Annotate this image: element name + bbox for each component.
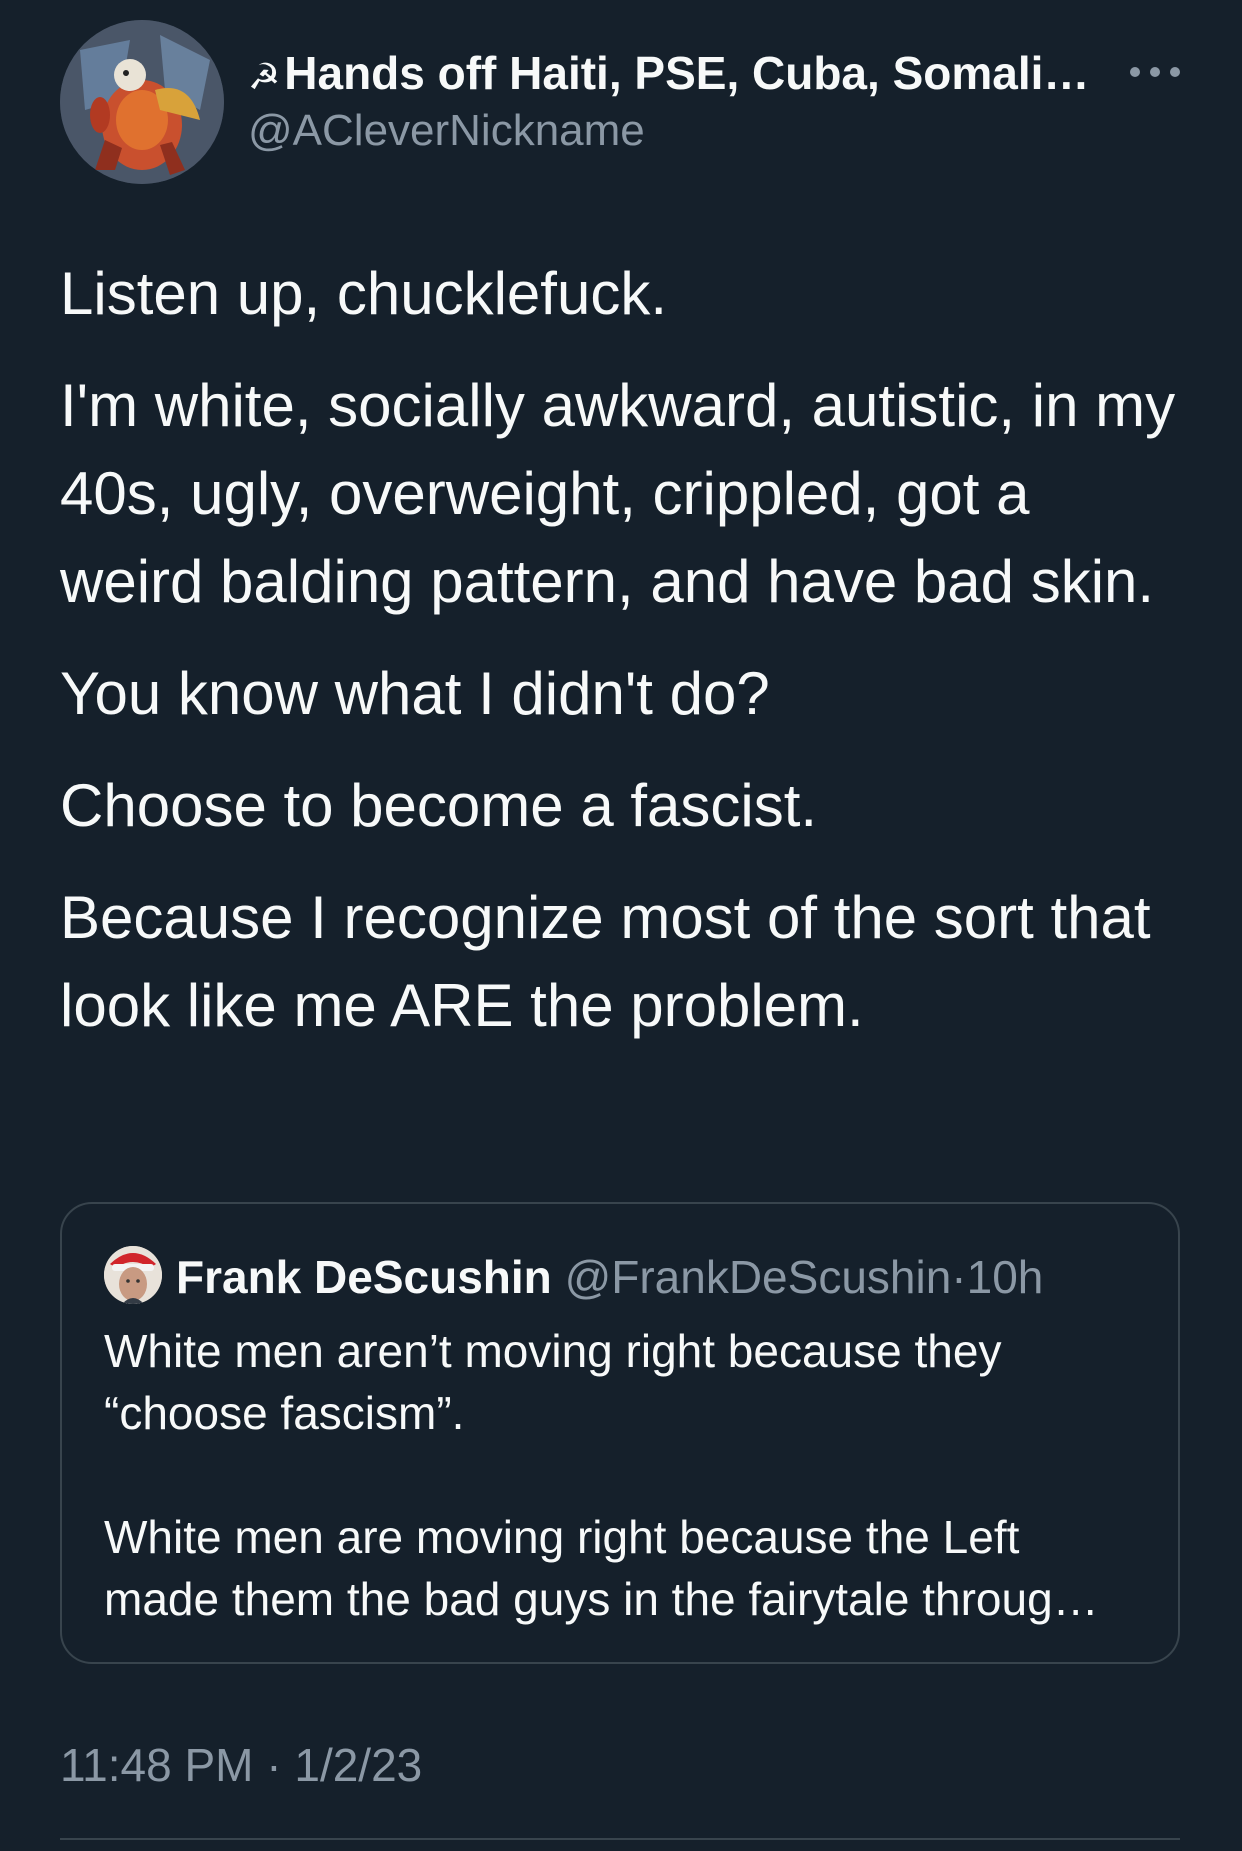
more-horizontal-icon[interactable] xyxy=(1130,54,1180,90)
author-display-name-text: Hands off Haiti, PSE, Cuba, Somali… xyxy=(284,47,1090,99)
author-display-name[interactable]: ☭Hands off Haiti, PSE, Cuba, Somali… xyxy=(248,46,1089,100)
divider xyxy=(60,1838,1180,1840)
quoted-separator: · xyxy=(951,1251,967,1303)
hammer-sickle-emoji: ☭ xyxy=(248,56,281,97)
quoted-handle: @FrankDeScushin xyxy=(564,1251,952,1303)
quoted-tweet-header: Frank DeScushin @FrankDeScushin·10h xyxy=(176,1248,1043,1306)
tweet-paragraph: Choose to become a fascist. xyxy=(60,772,818,839)
quoted-display-name: Frank DeScushin xyxy=(176,1251,552,1303)
more-dot xyxy=(1150,67,1160,77)
more-dot xyxy=(1170,67,1180,77)
quoted-tweet-text: White men aren’t moving right because th… xyxy=(104,1320,1144,1630)
quoted-avatar-image xyxy=(104,1246,162,1304)
more-dot xyxy=(1130,67,1140,77)
quoted-time: 10h xyxy=(966,1251,1044,1303)
quoted-paragraph: White men are moving right because the L… xyxy=(104,1511,1099,1625)
tweet-paragraph: You know what I didn't do? xyxy=(60,660,770,727)
avatar-image xyxy=(60,20,224,184)
quoted-tweet-card[interactable]: Frank DeScushin @FrankDeScushin·10h Whit… xyxy=(60,1202,1180,1664)
tweet-paragraph: Because I recognize most of the sort tha… xyxy=(60,884,1151,1039)
tweet-paragraph: I'm white, socially awkward, autistic, i… xyxy=(60,372,1176,615)
quoted-paragraph: White men aren’t moving right because th… xyxy=(104,1325,1002,1439)
tweet-timestamp[interactable]: 11:48 PM · 1/2/23 xyxy=(60,1738,422,1792)
tweet-paragraph: Listen up, chucklefuck. xyxy=(60,260,668,327)
author-handle[interactable]: @ACleverNickname xyxy=(248,106,645,156)
tweet: ☭Hands off Haiti, PSE, Cuba, Somali… @AC… xyxy=(0,0,1242,1851)
tweet-text: Listen up, chucklefuck. I'm white, socia… xyxy=(60,250,1180,1074)
quoted-author-avatar xyxy=(104,1246,162,1304)
author-avatar[interactable] xyxy=(60,20,224,184)
